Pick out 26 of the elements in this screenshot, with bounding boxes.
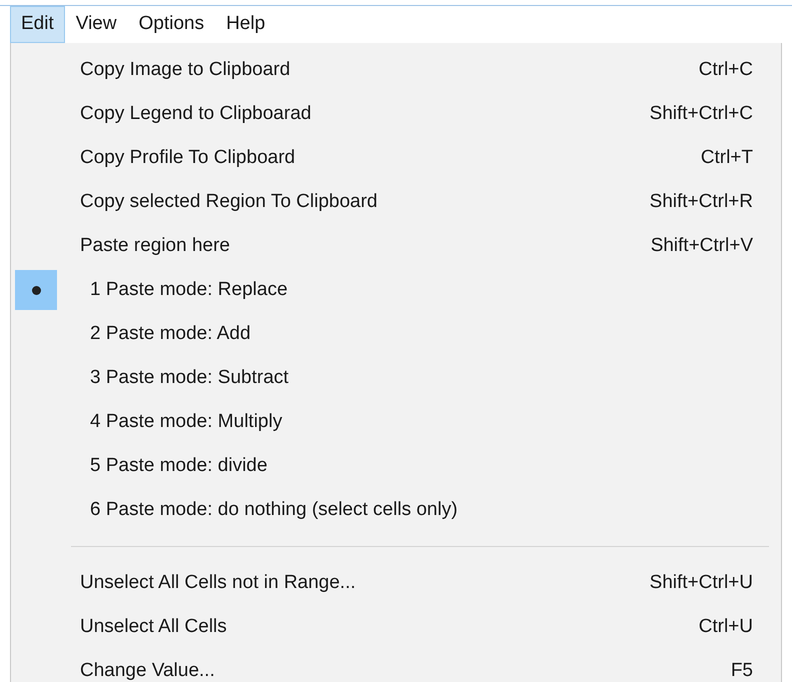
menu-bar-item[interactable]: Options bbox=[128, 6, 216, 43]
menu-item-label[interactable]: Unselect All Cells not in Range... bbox=[80, 568, 650, 598]
menu-item-label[interactable]: 3 Paste mode: Subtract bbox=[90, 364, 289, 392]
menu-bar-item[interactable]: Edit bbox=[10, 6, 65, 43]
menu-item-label[interactable]: Copy selected Region To Clipboard bbox=[80, 188, 650, 216]
shortcut-text: Ctrl+C bbox=[698, 58, 753, 82]
menu-item-label[interactable]: 5 Paste mode: divide bbox=[90, 452, 268, 480]
shortcut-text: Shift+Ctrl+C bbox=[650, 102, 753, 126]
shortcut-text: Shift+Ctrl+U bbox=[650, 570, 753, 595]
menu-bar-item[interactable]: View bbox=[64, 6, 128, 43]
shortcut-text: F5 bbox=[730, 658, 753, 682]
shortcut-text: Ctrl+U bbox=[698, 614, 753, 639]
menu-item-label[interactable]: Paste region here bbox=[80, 232, 651, 260]
shortcut-text: Shift+Ctrl+V bbox=[650, 234, 753, 258]
menu-bar-item[interactable]: Help bbox=[215, 6, 276, 43]
menu-item-label[interactable]: Copy Legend to Clipboarad bbox=[80, 100, 650, 128]
menu-item-label[interactable]: Change Value... bbox=[80, 656, 731, 682]
menu-item-label[interactable]: Copy Profile To Clipboard bbox=[80, 144, 701, 172]
menu-item-label[interactable]: 1 Paste mode: Replace bbox=[90, 276, 288, 304]
menu-item-label[interactable]: Copy Image to Clipboard bbox=[80, 56, 699, 84]
menu-item-label[interactable]: 4 Paste mode: Multiply bbox=[90, 408, 282, 436]
menu-item-label[interactable]: 6 Paste mode: do nothing (select cells only) bbox=[90, 496, 458, 524]
menu-item-label[interactable]: 2 Paste mode: Add bbox=[90, 320, 251, 348]
shortcut-text: Ctrl+T bbox=[700, 146, 753, 170]
shortcut-text: Shift+Ctrl+R bbox=[650, 190, 753, 214]
menu-item-label[interactable]: Unselect All Cells bbox=[80, 612, 699, 642]
